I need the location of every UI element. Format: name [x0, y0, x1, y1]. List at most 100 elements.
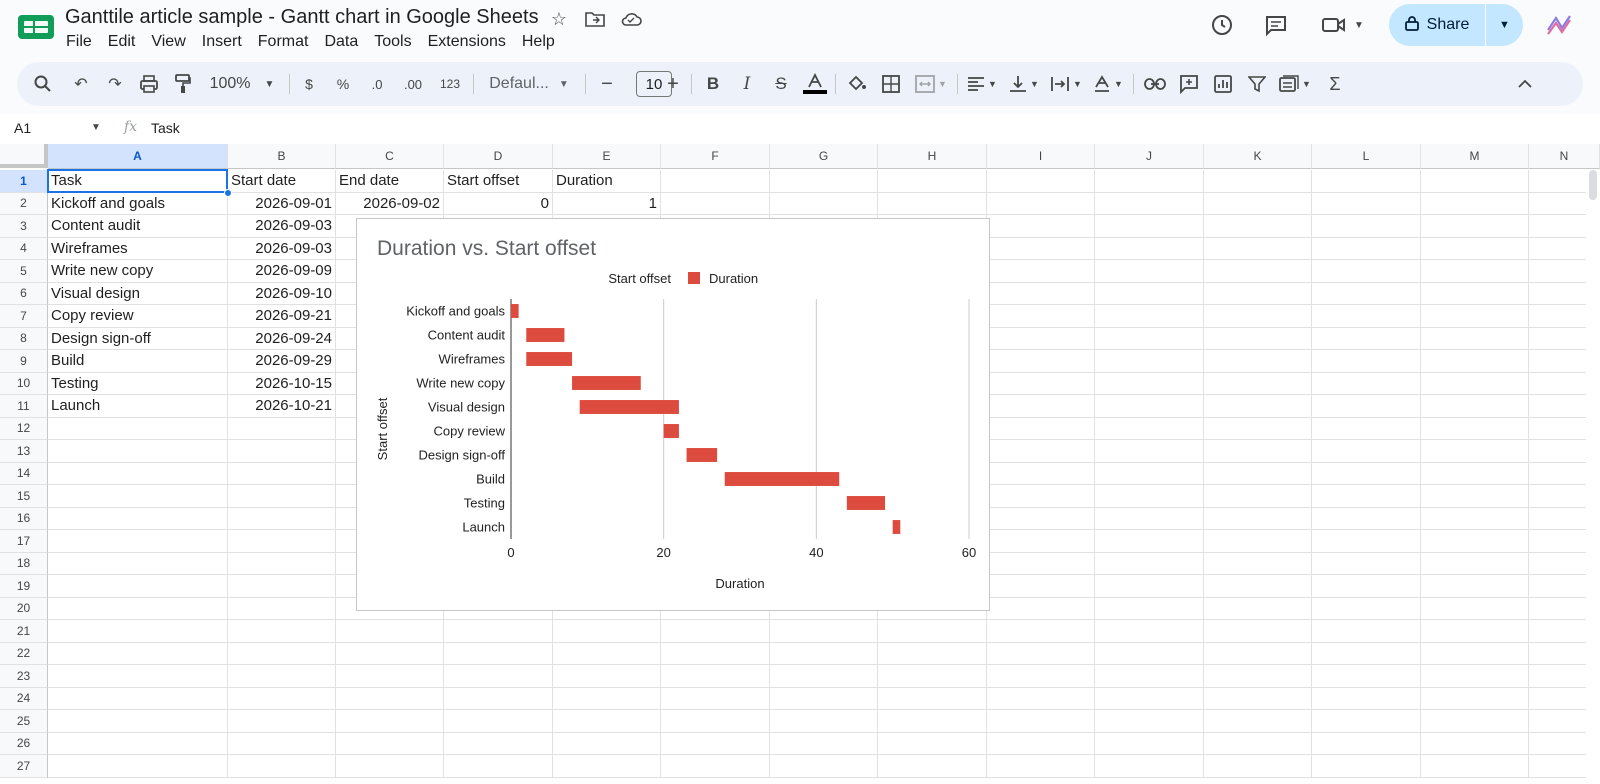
cell-c2[interactable]: 2026-09-02	[336, 192, 444, 215]
cell-i26[interactable]	[987, 732, 1095, 755]
cell-l5[interactable]	[1312, 260, 1421, 283]
cell-i17[interactable]	[987, 530, 1095, 553]
row-header-9[interactable]: 9	[0, 350, 48, 373]
cell-i5[interactable]	[987, 260, 1095, 283]
cell-j9[interactable]	[1095, 350, 1204, 373]
cell-m24[interactable]	[1421, 687, 1529, 710]
cell-e21[interactable]	[553, 620, 661, 643]
cell-l25[interactable]	[1312, 710, 1421, 733]
cell-j11[interactable]	[1095, 395, 1204, 418]
cell-i27[interactable]	[987, 755, 1095, 778]
cell-a12[interactable]	[48, 417, 228, 440]
cell-b4[interactable]: 2026-09-03	[228, 237, 336, 260]
functions-icon[interactable]: Σ	[1321, 62, 1349, 106]
cell-a7[interactable]: Copy review	[48, 305, 228, 328]
menu-help[interactable]: Help	[514, 31, 563, 53]
cell-m23[interactable]	[1421, 665, 1529, 688]
column-header-l[interactable]: L	[1312, 144, 1421, 169]
cell-c27[interactable]	[336, 755, 444, 778]
cell-a4[interactable]: Wireframes	[48, 237, 228, 260]
menu-format[interactable]: Format	[250, 31, 317, 53]
insert-comment-icon[interactable]	[1175, 62, 1203, 106]
cell-j21[interactable]	[1095, 620, 1204, 643]
cell-h27[interactable]	[878, 755, 987, 778]
cell-c21[interactable]	[336, 620, 444, 643]
paint-format-icon[interactable]	[169, 62, 197, 106]
cell-i13[interactable]	[987, 440, 1095, 463]
cell-i21[interactable]	[987, 620, 1095, 643]
cell-g26[interactable]	[770, 732, 878, 755]
filter-views-icon[interactable]: ▼	[1275, 62, 1315, 106]
cell-e24[interactable]	[553, 687, 661, 710]
cell-m15[interactable]	[1421, 485, 1529, 508]
cell-l14[interactable]	[1312, 462, 1421, 485]
column-header-m[interactable]: M	[1421, 144, 1529, 169]
cell-e22[interactable]	[553, 642, 661, 665]
cell-l12[interactable]	[1312, 417, 1421, 440]
cell-a8[interactable]: Design sign-off	[48, 327, 228, 350]
cell-m5[interactable]	[1421, 260, 1529, 283]
cell-a24[interactable]	[48, 687, 228, 710]
cell-b17[interactable]	[228, 530, 336, 553]
cell-a25[interactable]	[48, 710, 228, 733]
cell-l18[interactable]	[1312, 552, 1421, 575]
cell-l4[interactable]	[1312, 237, 1421, 260]
cell-b12[interactable]	[228, 417, 336, 440]
cell-e25[interactable]	[553, 710, 661, 733]
row-header-24[interactable]: 24	[0, 687, 48, 710]
row-header-10[interactable]: 10	[0, 372, 48, 395]
cell-d26[interactable]	[444, 732, 553, 755]
cell-i7[interactable]	[987, 305, 1095, 328]
cell-a18[interactable]	[48, 552, 228, 575]
cell-j2[interactable]	[1095, 192, 1204, 215]
column-header-f[interactable]: F	[661, 144, 770, 169]
cell-g25[interactable]	[770, 710, 878, 733]
cell-j3[interactable]	[1095, 215, 1204, 238]
cell-l2[interactable]	[1312, 192, 1421, 215]
cell-f24[interactable]	[661, 687, 770, 710]
row-header-3[interactable]: 3	[0, 215, 48, 238]
cell-b19[interactable]	[228, 575, 336, 598]
menu-view[interactable]: View	[143, 31, 193, 53]
cell-d25[interactable]	[444, 710, 553, 733]
insert-chart-icon[interactable]	[1209, 62, 1237, 106]
vertical-scrollbar-thumb[interactable]	[1589, 170, 1597, 200]
cell-b13[interactable]	[228, 440, 336, 463]
cell-b11[interactable]: 2026-10-21	[228, 395, 336, 418]
cell-k26[interactable]	[1204, 732, 1312, 755]
cell-m1[interactable]	[1421, 170, 1529, 193]
row-header-13[interactable]: 13	[0, 440, 48, 463]
cell-h22[interactable]	[878, 642, 987, 665]
cell-k24[interactable]	[1204, 687, 1312, 710]
cell-l10[interactable]	[1312, 372, 1421, 395]
row-header-1[interactable]: 1	[0, 170, 48, 193]
cell-i23[interactable]	[987, 665, 1095, 688]
cell-j25[interactable]	[1095, 710, 1204, 733]
select-all-corner[interactable]	[0, 144, 48, 168]
cell-m3[interactable]	[1421, 215, 1529, 238]
meet-icon[interactable]: ▼	[1318, 10, 1368, 40]
cell-g2[interactable]	[770, 192, 878, 215]
fill-handle[interactable]	[224, 188, 232, 197]
cell-k6[interactable]	[1204, 282, 1312, 305]
embedded-chart[interactable]: Duration vs. Start offset Start offset Dur…	[356, 218, 990, 611]
cell-l20[interactable]	[1312, 597, 1421, 620]
cell-j19[interactable]	[1095, 575, 1204, 598]
cell-j10[interactable]	[1095, 372, 1204, 395]
cell-d23[interactable]	[444, 665, 553, 688]
row-header-27[interactable]: 27	[0, 755, 48, 778]
cell-m21[interactable]	[1421, 620, 1529, 643]
cell-k8[interactable]	[1204, 327, 1312, 350]
cell-j23[interactable]	[1095, 665, 1204, 688]
row-header-26[interactable]: 26	[0, 732, 48, 755]
cell-h24[interactable]	[878, 687, 987, 710]
increase-decimal-button[interactable]: .00	[397, 62, 429, 106]
column-header-c[interactable]: C	[336, 144, 444, 169]
cell-b20[interactable]	[228, 597, 336, 620]
cell-f27[interactable]	[661, 755, 770, 778]
cell-e1[interactable]: Duration	[553, 170, 661, 193]
strikethrough-icon[interactable]: S	[767, 62, 795, 106]
italic-icon[interactable]: I	[733, 62, 761, 106]
row-header-5[interactable]: 5	[0, 260, 48, 283]
cell-j1[interactable]	[1095, 170, 1204, 193]
